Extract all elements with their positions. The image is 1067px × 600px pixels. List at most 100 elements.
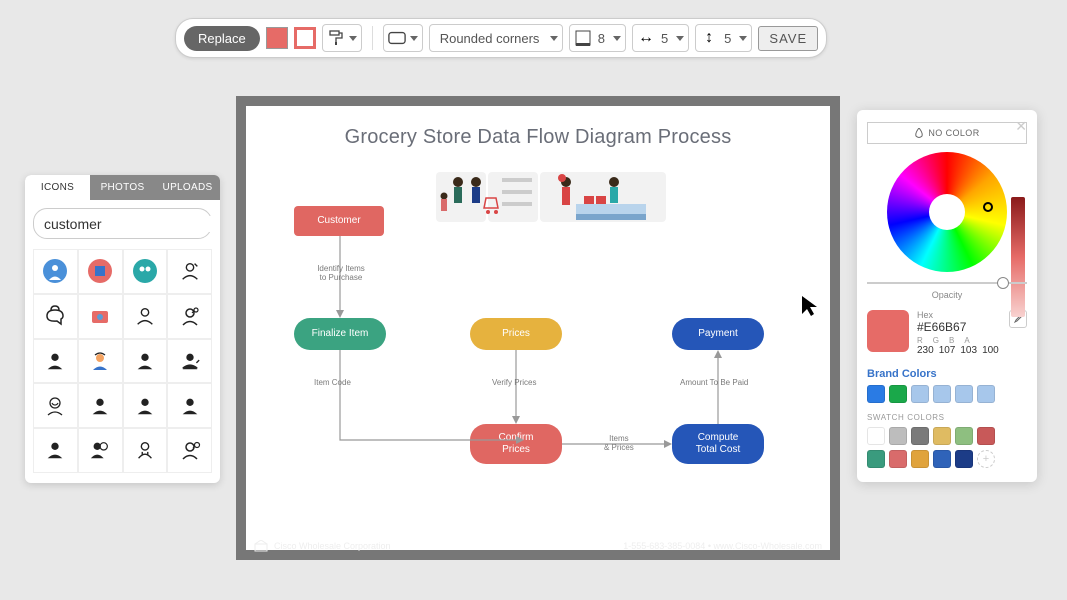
opacity-row: Opacity	[867, 282, 1027, 300]
color-swatch[interactable]	[933, 385, 951, 403]
brand-swatch-row	[867, 385, 1027, 403]
color-swatch[interactable]	[867, 427, 885, 445]
opacity-slider[interactable]	[867, 282, 1027, 284]
icon-result[interactable]	[167, 383, 212, 428]
shape-border-group[interactable]	[383, 24, 423, 52]
chevron-down-icon[interactable]	[550, 36, 558, 41]
color-swatch[interactable]	[911, 385, 929, 403]
paint-tool-group[interactable]	[322, 24, 362, 52]
icon-result[interactable]	[33, 428, 78, 473]
hue-slider[interactable]	[1011, 197, 1025, 317]
icon-result[interactable]	[123, 294, 168, 339]
no-color-button[interactable]: NO COLOR	[867, 122, 1027, 144]
node-prices[interactable]: Prices	[470, 318, 562, 350]
edge-label: Items & Prices	[604, 434, 634, 452]
fill-color-swatch[interactable]	[266, 27, 288, 49]
droplet-icon	[914, 128, 924, 138]
corners-label: Rounded corners	[434, 31, 546, 46]
canvas[interactable]: Grocery Store Data Flow Diagram Process	[246, 106, 830, 550]
border-width-group[interactable]: 8	[569, 24, 626, 52]
hex-value[interactable]: #E66B67	[917, 320, 1001, 334]
corners-dropdown[interactable]: Rounded corners	[429, 24, 563, 52]
color-wheel-indicator[interactable]	[983, 202, 993, 212]
chevron-down-icon[interactable]	[739, 36, 747, 41]
add-swatch-button[interactable]: +	[977, 450, 995, 468]
diagram-title: Grocery Store Data Flow Diagram Process	[246, 126, 830, 149]
color-swatch[interactable]	[911, 427, 929, 445]
color-wheel[interactable]	[887, 152, 1007, 272]
color-swatch[interactable]	[933, 427, 951, 445]
icon-result[interactable]	[123, 339, 168, 384]
color-readout: Hex #E66B67 R G B A 230 107 103 100	[867, 310, 1027, 356]
icon-result[interactable]	[78, 339, 123, 384]
node-payment[interactable]: Payment	[672, 318, 764, 350]
icon-result[interactable]	[167, 428, 212, 473]
edge-label: Item Code	[314, 378, 351, 387]
chevron-down-icon[interactable]	[349, 36, 357, 41]
footer-contact: 1-555-683-385-0084 • www.Cisco-Wholesale…	[623, 541, 822, 551]
icons-panel: ICONS PHOTOS UPLOADS	[25, 175, 220, 483]
search-input[interactable]	[44, 216, 220, 232]
color-swatch[interactable]	[911, 450, 929, 468]
chevron-down-icon[interactable]	[613, 36, 621, 41]
g-value[interactable]: 107	[939, 345, 956, 356]
icon-result[interactable]	[167, 294, 212, 339]
icon-result[interactable]	[123, 383, 168, 428]
panel-tabs: ICONS PHOTOS UPLOADS	[25, 175, 220, 200]
horizontal-spacing-group[interactable]: ↔ 5	[632, 24, 689, 52]
icon-result[interactable]	[78, 294, 123, 339]
color-swatch[interactable]	[867, 385, 885, 403]
icon-result[interactable]	[33, 294, 78, 339]
swatch-row-1	[867, 427, 1027, 445]
search-wrap	[25, 200, 220, 247]
close-icon[interactable]: ✕	[1015, 118, 1027, 135]
icon-result[interactable]	[123, 428, 168, 473]
current-color-chip	[867, 310, 909, 352]
store-icon	[254, 540, 268, 552]
brand-colors-title: Brand Colors	[867, 368, 1027, 380]
stroke-color-swatch[interactable]	[294, 27, 316, 49]
color-swatch[interactable]	[867, 450, 885, 468]
tab-icons[interactable]: ICONS	[25, 175, 90, 200]
b-value[interactable]: 103	[960, 345, 977, 356]
color-swatch[interactable]	[889, 385, 907, 403]
r-label: R	[917, 336, 923, 345]
chevron-down-icon[interactable]	[410, 36, 418, 41]
color-swatch[interactable]	[933, 450, 951, 468]
icon-result[interactable]	[167, 339, 212, 384]
icon-result[interactable]	[78, 249, 123, 294]
tab-photos[interactable]: PHOTOS	[90, 175, 155, 200]
opacity-handle[interactable]	[997, 277, 1009, 289]
save-button[interactable]: SAVE	[758, 26, 818, 51]
no-color-label: NO COLOR	[928, 128, 979, 138]
vertical-spacing-group[interactable]: ↕ 5	[695, 24, 752, 52]
color-swatch[interactable]	[977, 427, 995, 445]
swatch-colors-title: SWATCH COLORS	[867, 413, 1027, 422]
a-value[interactable]: 100	[982, 345, 999, 356]
edge-label: Identify Items to Purchase	[306, 264, 376, 282]
color-swatch[interactable]	[889, 450, 907, 468]
edge-label: Amount To Be Paid	[680, 378, 748, 387]
replace-button[interactable]: Replace	[184, 26, 260, 51]
icon-result[interactable]	[78, 383, 123, 428]
border-width-icon	[574, 29, 592, 47]
color-swatch[interactable]	[955, 450, 973, 468]
node-finalize[interactable]: Finalize Item	[294, 318, 386, 350]
node-customer[interactable]: Customer	[294, 206, 384, 236]
color-swatch[interactable]	[889, 427, 907, 445]
paint-roller-icon	[327, 29, 345, 47]
icon-result[interactable]	[123, 249, 168, 294]
icon-result[interactable]	[33, 339, 78, 384]
icon-result[interactable]	[33, 249, 78, 294]
chevron-down-icon[interactable]	[676, 36, 684, 41]
icon-result[interactable]	[33, 383, 78, 428]
r-value[interactable]: 230	[917, 345, 934, 356]
icon-result[interactable]	[78, 428, 123, 473]
node-confirm[interactable]: Confirm Prices	[470, 424, 562, 464]
icon-result[interactable]	[167, 249, 212, 294]
color-swatch[interactable]	[955, 385, 973, 403]
node-compute[interactable]: Compute Total Cost	[672, 424, 764, 464]
color-swatch[interactable]	[955, 427, 973, 445]
tab-uploads[interactable]: UPLOADS	[155, 175, 220, 200]
color-swatch[interactable]	[977, 385, 995, 403]
